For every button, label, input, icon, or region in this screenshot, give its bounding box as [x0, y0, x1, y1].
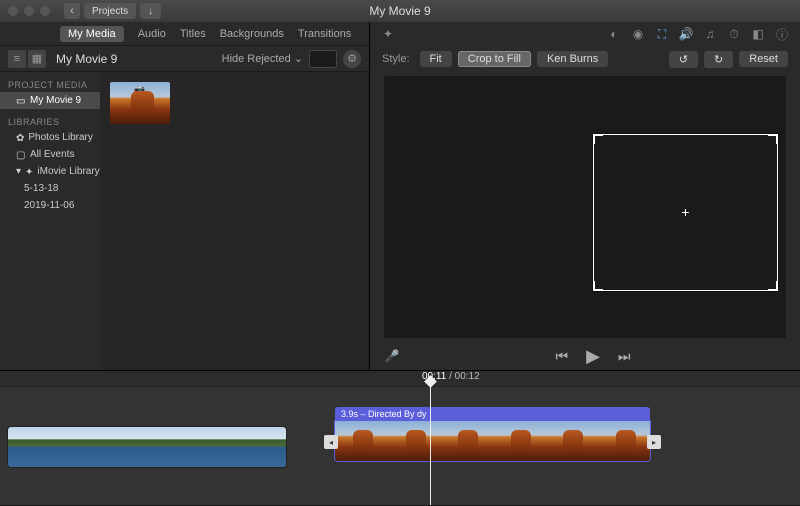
zoom-window-icon[interactable] — [40, 6, 50, 16]
style-label: Style: — [382, 53, 410, 65]
sidebar-item-photos[interactable]: ✿Photos Library — [0, 129, 100, 146]
settings-gear-icon[interactable]: ⚙ — [343, 50, 361, 68]
sidebar-header: PROJECT MEDIA — [0, 78, 100, 92]
timeline-tracks[interactable]: 3.9s – Directed By dy ◂ ▸ — [0, 387, 800, 506]
info-icon[interactable]: ⓘ — [774, 26, 790, 42]
crop-handle-bl[interactable] — [593, 281, 603, 291]
sidebar-item-all-events[interactable]: ▢All Events — [0, 146, 100, 163]
tab-my-media[interactable]: My Media — [60, 26, 124, 42]
media-clip-thumbnail[interactable]: 📷 — [110, 82, 170, 124]
viewer-panel: ✦ ◐ ◉ ⛶ 🔊 ♫ ⏱ ◧ ⓘ Style: Fit Crop to Fil… — [370, 22, 800, 370]
ken-burns-button[interactable]: Ken Burns — [537, 51, 608, 67]
prev-button[interactable]: ⏮ — [555, 348, 568, 365]
timeline-ruler[interactable]: 00:11 / 00:12 — [0, 371, 800, 387]
crop-handle-tr[interactable] — [768, 134, 778, 144]
sidebar-item-event[interactable]: 2019-11-06 — [0, 197, 100, 214]
tab-titles[interactable]: Titles — [180, 28, 206, 40]
sidebar-item-imovie-library[interactable]: ▾✦iMovie Library — [0, 163, 100, 180]
clip-trim-handle-right[interactable]: ▸ — [647, 435, 661, 449]
timeline-panel: 00:11 / 00:12 3.9s – Directed By dy ◂ ▸ — [0, 370, 800, 505]
timeline-clip-selected[interactable]: 3.9s – Directed By dy — [335, 407, 650, 461]
clip-title-bar[interactable]: 3.9s – Directed By dy — [335, 407, 650, 421]
crop-fit-button[interactable]: Fit — [420, 51, 452, 67]
tab-transitions[interactable]: Transitions — [298, 28, 351, 40]
rotate-right-button[interactable]: ↻ — [704, 51, 733, 68]
list-view-button[interactable]: ≡ — [8, 50, 26, 68]
crop-toolbar: Style: Fit Crop to Fill Ken Burns ↺ ↻ Re… — [370, 46, 800, 72]
search-input[interactable] — [309, 50, 337, 68]
film-icon: ▭ — [16, 96, 26, 106]
camera-icon: 📷 — [134, 84, 145, 95]
crop-handle-br[interactable] — [768, 281, 778, 291]
star-icon: ✦ — [25, 167, 33, 177]
speed-icon[interactable]: ⏱ — [726, 26, 742, 42]
crop-icon[interactable]: ⛶ — [654, 26, 670, 42]
color-icon[interactable]: ◉ — [630, 26, 646, 42]
volume-icon[interactable]: 🔊 — [678, 26, 694, 42]
library-sidebar: PROJECT MEDIA ▭My Movie 9 LIBRARIES ✿Pho… — [0, 72, 100, 370]
playhead[interactable] — [430, 381, 431, 505]
rotate-left-button[interactable]: ↺ — [669, 51, 698, 68]
media-browser[interactable]: 📷 — [100, 72, 369, 370]
play-button[interactable]: ▶ — [586, 346, 600, 367]
reset-button[interactable]: Reset — [739, 51, 788, 67]
library-panel: My Media Audio Titles Backgrounds Transi… — [0, 22, 370, 370]
sidebar-item-project[interactable]: ▭My Movie 9 — [0, 92, 100, 109]
crop-handle-tl[interactable] — [593, 134, 603, 144]
library-tabs: My Media Audio Titles Backgrounds Transi… — [0, 22, 369, 46]
close-window-icon[interactable] — [8, 6, 18, 16]
grid-view-button[interactable]: ▦ — [28, 50, 46, 68]
tab-audio[interactable]: Audio — [138, 28, 166, 40]
window-titlebar: ‹ Projects ↓ My Movie 9 — [0, 0, 800, 22]
filter-dropdown[interactable]: Hide Rejected ⌄ — [222, 52, 303, 65]
browser-title: My Movie 9 — [56, 52, 117, 66]
clip-filter-icon[interactable]: ◧ — [750, 26, 766, 42]
next-button[interactable]: ⏭ — [618, 348, 631, 365]
mic-icon[interactable]: 🎤 — [384, 348, 400, 364]
balance-icon[interactable]: ◐ — [606, 26, 622, 42]
square-icon: ▢ — [16, 150, 26, 160]
noise-icon[interactable]: ♫ — [702, 26, 718, 42]
sidebar-header: LIBRARIES — [0, 115, 100, 129]
disclosure-icon: ▾ — [16, 166, 21, 177]
preview-viewer[interactable]: + — [384, 76, 786, 338]
sidebar-item-event[interactable]: 5-13-18 — [0, 180, 100, 197]
traffic-lights — [8, 6, 50, 16]
tab-backgrounds[interactable]: Backgrounds — [220, 28, 284, 40]
minimize-window-icon[interactable] — [24, 6, 34, 16]
window-title: My Movie 9 — [369, 4, 430, 18]
adjustment-toolbar: ✦ ◐ ◉ ⛶ 🔊 ♫ ⏱ ◧ ⓘ — [370, 22, 800, 46]
browser-toolbar: ≡ ▦ My Movie 9 Hide Rejected ⌄ ⚙ — [0, 46, 369, 72]
timeline-clip[interactable] — [8, 427, 286, 467]
crop-rectangle[interactable]: + — [593, 134, 778, 291]
import-button[interactable]: ↓ — [140, 3, 161, 19]
wand-icon[interactable]: ✦ — [380, 26, 396, 42]
transport-bar: 🎤 ⏮ ▶ ⏭ — [370, 342, 800, 370]
nav-back-button[interactable]: ‹ — [64, 3, 80, 19]
photos-icon: ✿ — [16, 133, 24, 143]
crop-to-fill-button[interactable]: Crop to Fill — [458, 51, 531, 67]
clip-trim-handle-left[interactable]: ◂ — [324, 435, 338, 449]
projects-button[interactable]: Projects — [84, 3, 136, 19]
crop-center-icon: + — [681, 204, 689, 220]
